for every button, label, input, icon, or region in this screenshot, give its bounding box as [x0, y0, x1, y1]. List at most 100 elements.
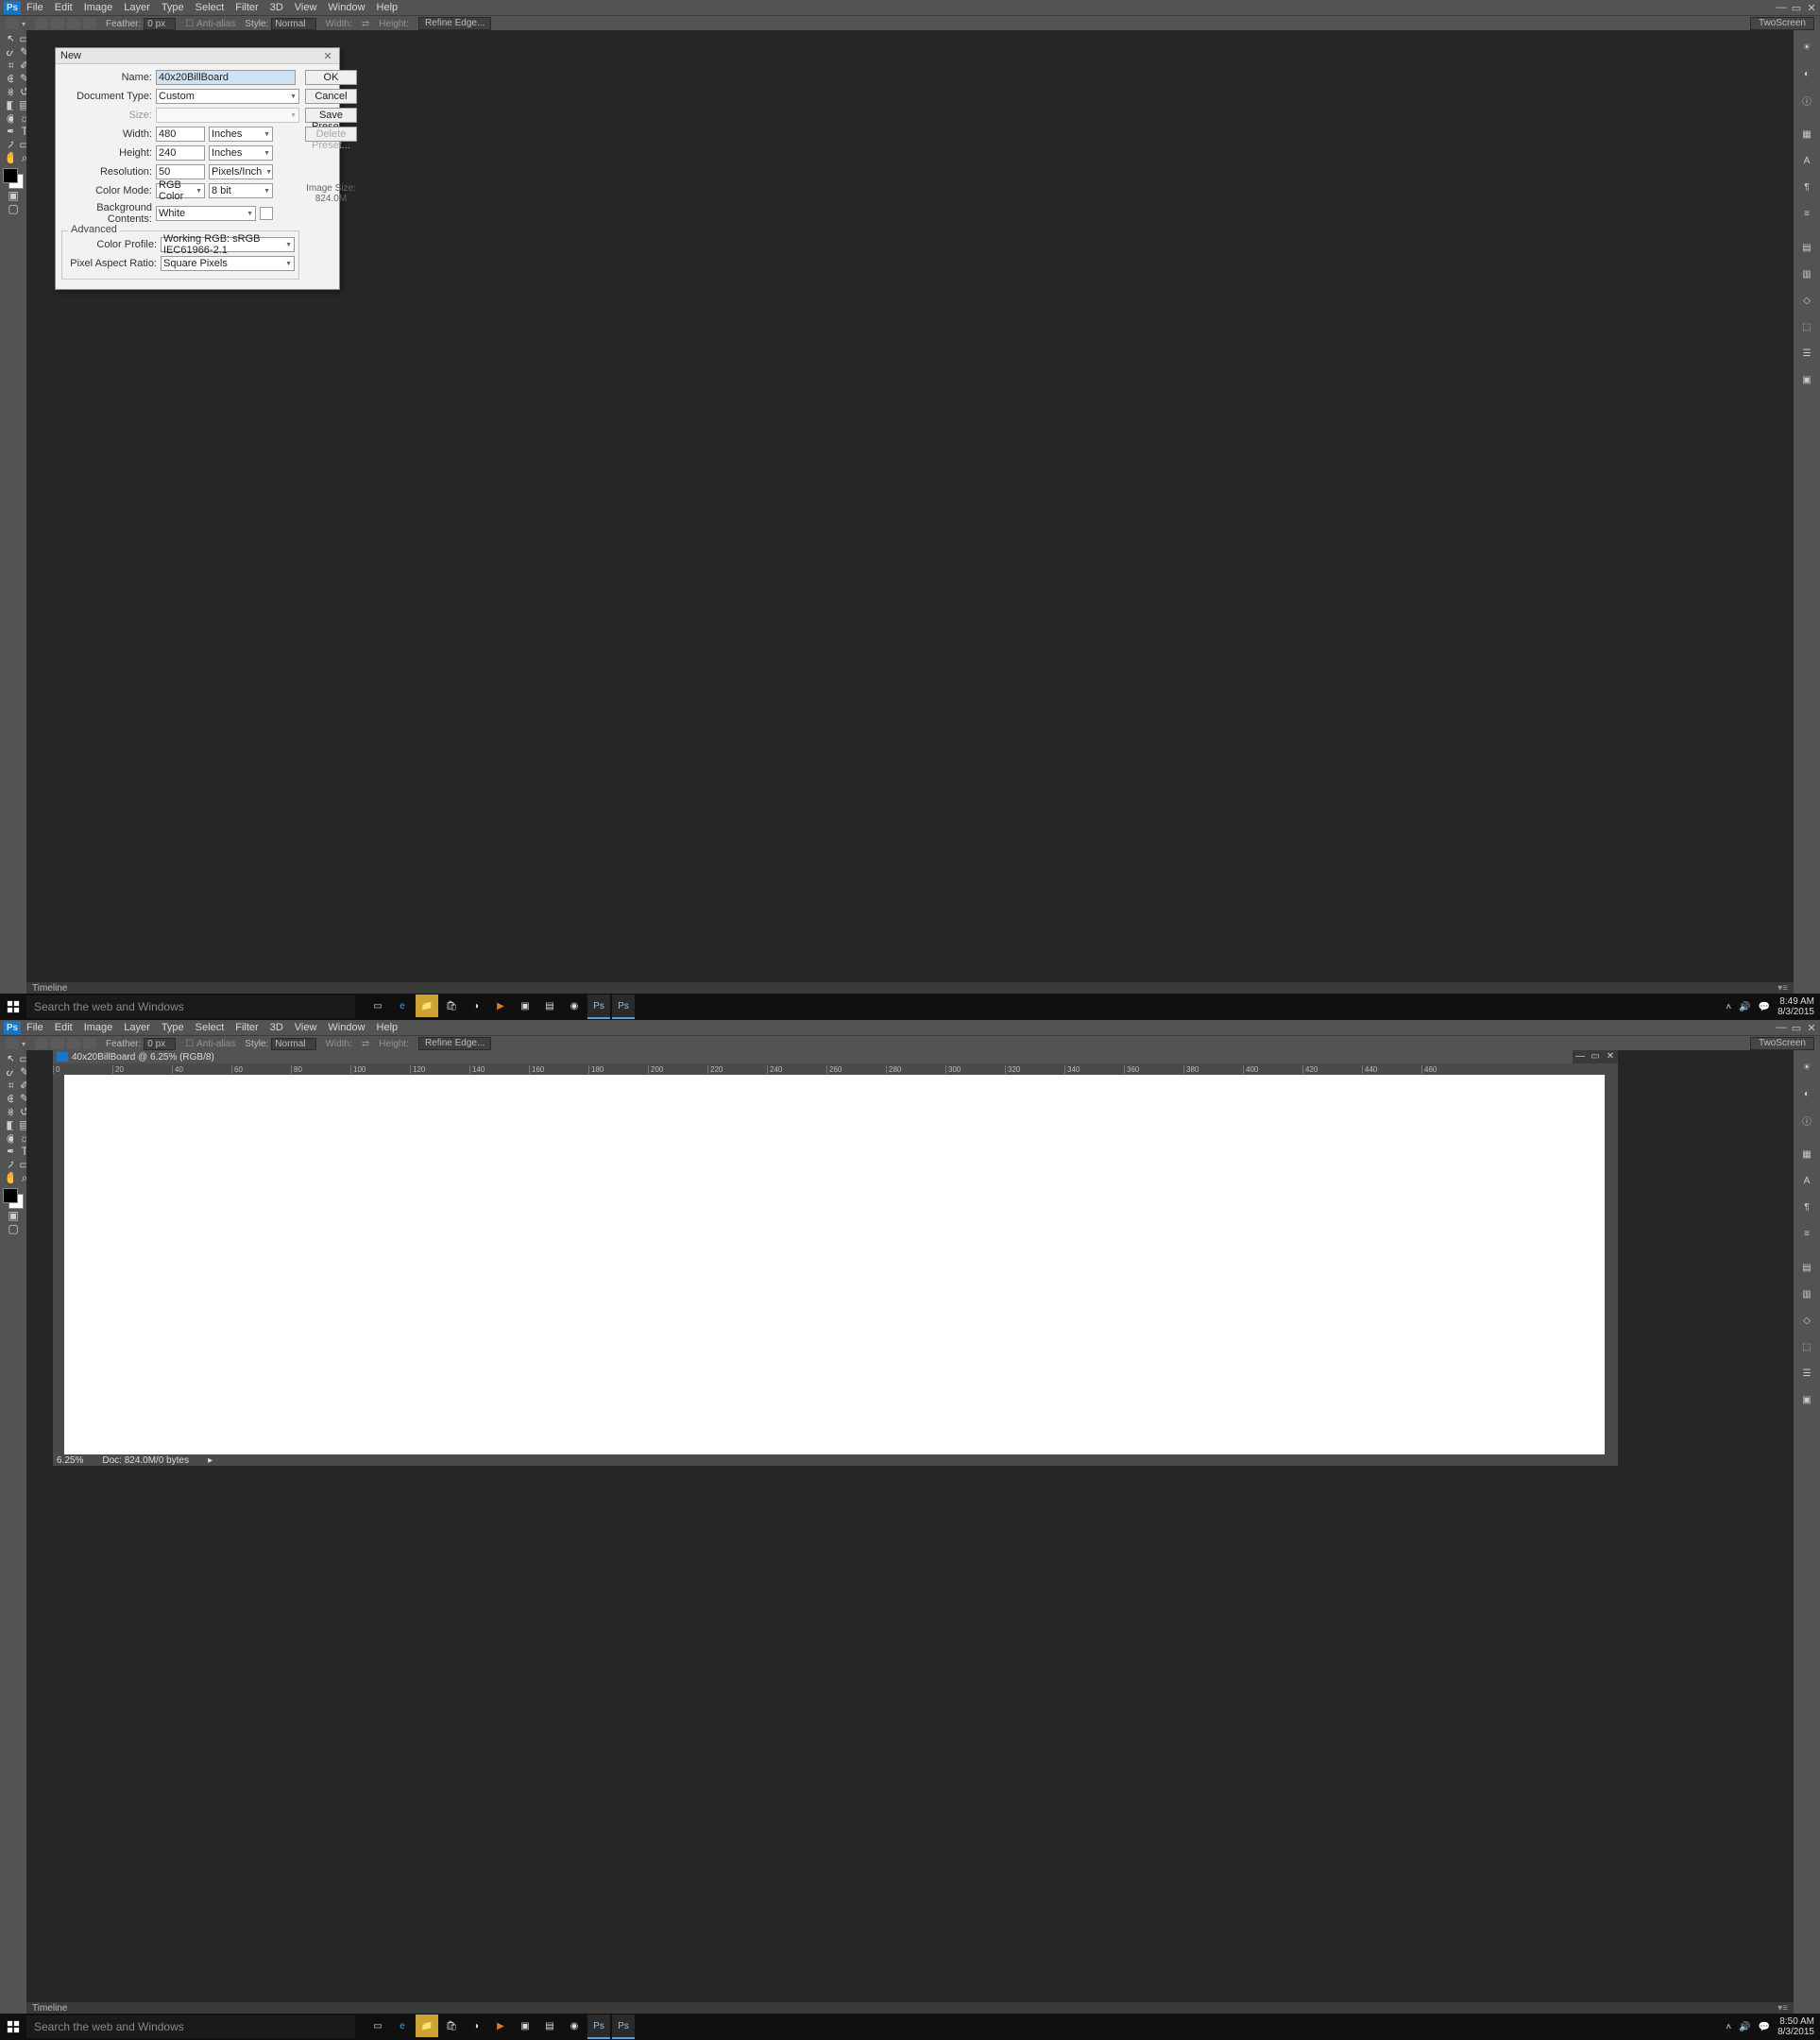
document-title-bar[interactable]: 40x20BillBoard @ 6.25% (RGB/8) — ▭ ✕ [53, 1050, 1618, 1063]
system-clock[interactable]: 8:50 AM8/3/2015 [1777, 2016, 1814, 2038]
start-button[interactable] [0, 2014, 26, 2040]
task-edge-icon[interactable]: e [391, 2014, 414, 2037]
workspace-switcher[interactable]: TwoScreen [1750, 1037, 1814, 1050]
timeline-flyout-icon[interactable]: ▾≡ [1777, 2003, 1788, 2014]
resolution-input[interactable] [156, 164, 205, 179]
task-view-icon[interactable]: ▭ [366, 994, 389, 1017]
task-store-icon[interactable]: 🛍 [440, 2014, 463, 2037]
selection-intersect-icon[interactable] [83, 1038, 96, 1049]
task-media-icon[interactable]: ▶ [489, 2014, 512, 2037]
name-input[interactable] [156, 70, 296, 85]
doc-info-flyout-icon[interactable]: ▸ [208, 1455, 213, 1466]
start-button[interactable] [0, 994, 26, 1020]
doc-close-icon[interactable]: ✕ [1603, 1050, 1618, 1063]
task-store-icon[interactable]: 🛍 [440, 994, 463, 1017]
panel-type-icon[interactable]: A [1794, 1167, 1820, 1194]
menu-image[interactable]: Image [84, 1022, 113, 1033]
tool-screenmode[interactable]: ▢ [2, 1222, 25, 1235]
document-canvas[interactable] [64, 1075, 1605, 1454]
menu-type[interactable]: Type [162, 1022, 184, 1033]
panel-history-icon[interactable]: ☀ [1794, 1054, 1820, 1080]
par-select[interactable]: Square Pixels [161, 256, 295, 271]
task-calc-icon[interactable]: ▤ [538, 994, 561, 1017]
task-calc-icon[interactable]: ▤ [538, 2014, 561, 2037]
task-cmd-icon[interactable]: ▣ [514, 994, 536, 1017]
dialog-close-icon[interactable]: ✕ [321, 50, 334, 62]
menu-select[interactable]: Select [196, 1022, 225, 1033]
menu-filter[interactable]: Filter [235, 1022, 258, 1033]
panel-3d-icon[interactable]: ⬚ [1794, 1334, 1820, 1360]
menu-file[interactable]: File [26, 1022, 43, 1033]
task-app-icon[interactable]: ◑ [465, 2014, 487, 2037]
menu-edit[interactable]: Edit [55, 1022, 73, 1033]
task-app-icon[interactable]: ◑ [465, 994, 487, 1017]
save-preset-button[interactable]: Save Preset... [305, 108, 357, 123]
doctype-select[interactable]: Custom [156, 89, 299, 104]
task-cmd-icon[interactable]: ▣ [514, 2014, 536, 2037]
task-chrome-icon[interactable]: ◉ [563, 2014, 586, 2037]
panel-nav-icon[interactable]: ▣ [1794, 1386, 1820, 1413]
panel-swatches-icon[interactable]: ▦ [1794, 1141, 1820, 1167]
window-restore-icon[interactable]: ▭ [1790, 1022, 1803, 1033]
tray-up-icon[interactable]: ˄ [1726, 1002, 1731, 1012]
task-photoshop-icon[interactable]: Ps [587, 994, 610, 1019]
width-unit-select[interactable]: Inches [209, 127, 273, 142]
window-minimize-icon[interactable]: — [1775, 1022, 1788, 1033]
selection-subtract-icon[interactable] [67, 1038, 80, 1049]
selection-add-icon[interactable] [51, 1038, 64, 1049]
style-select[interactable]: Normal [271, 1038, 315, 1050]
panel-styles-icon[interactable]: ≡ [1794, 1220, 1820, 1247]
search-input[interactable]: Search the web and Windows [26, 995, 355, 1018]
search-input[interactable]: Search the web and Windows [26, 2015, 355, 2038]
panel-adjust-icon[interactable]: ◐ [1794, 1080, 1820, 1107]
marquee-tool-icon[interactable] [6, 1038, 19, 1049]
task-photoshop2-icon[interactable]: Ps [612, 2014, 635, 2039]
window-close-icon[interactable]: ✕ [1805, 1022, 1818, 1033]
tray-notifications-icon[interactable]: 💬 [1759, 1002, 1770, 1012]
menu-help[interactable]: Help [377, 1022, 399, 1033]
task-edge-icon[interactable]: e [391, 994, 414, 1017]
task-photoshop-icon[interactable]: Ps [587, 2014, 610, 2039]
panel-info-icon[interactable]: ⓘ [1794, 1107, 1820, 1133]
ok-button[interactable]: OK [305, 70, 357, 85]
task-view-icon[interactable]: ▭ [366, 2014, 389, 2037]
task-media-icon[interactable]: ▶ [489, 994, 512, 1017]
task-explorer-icon[interactable]: 📁 [416, 994, 438, 1017]
menu-window[interactable]: Window [328, 1022, 365, 1033]
vertical-scrollbar[interactable] [1605, 1075, 1618, 1454]
menu-3d[interactable]: 3D [270, 1022, 283, 1033]
panel-paragraph-icon[interactable]: ¶ [1794, 1194, 1820, 1220]
task-photoshop2-icon[interactable]: Ps [612, 994, 635, 1019]
bgcolor-swatch[interactable] [260, 207, 273, 220]
menu-view[interactable]: View [295, 1022, 317, 1033]
panel-timeline-icon[interactable]: ☰ [1794, 1360, 1820, 1386]
refine-edge-button[interactable]: Refine Edge... [418, 1037, 491, 1050]
bitdepth-select[interactable]: 8 bit [209, 183, 273, 198]
panel-paths-icon[interactable]: ◇ [1794, 1307, 1820, 1334]
profile-select[interactable]: Working RGB: sRGB IEC61966-2.1 [161, 237, 295, 252]
task-chrome-icon[interactable]: ◉ [563, 994, 586, 1017]
colormode-select[interactable]: RGB Color [156, 183, 205, 198]
doc-minimize-icon[interactable]: — [1573, 1050, 1588, 1063]
selection-new-icon[interactable] [35, 1038, 48, 1049]
panel-channels-icon[interactable]: ▥ [1794, 1281, 1820, 1307]
dialog-title-bar[interactable]: New ✕ [56, 48, 339, 64]
system-clock[interactable]: 8:49 AM8/3/2015 [1777, 996, 1814, 1018]
tray-notifications-icon[interactable]: 💬 [1759, 2022, 1770, 2032]
bgcontents-select[interactable]: White [156, 206, 256, 221]
timeline-panel[interactable]: Timeline ▾≡ [26, 2002, 1794, 2014]
height-input[interactable] [156, 145, 205, 161]
resolution-unit-select[interactable]: Pixels/Inch [209, 164, 273, 179]
panel-layers-icon[interactable]: ▤ [1794, 1254, 1820, 1281]
feather-value[interactable]: 0 px [144, 1038, 176, 1050]
tray-up-icon[interactable]: ˄ [1726, 2022, 1731, 2032]
height-unit-select[interactable]: Inches [209, 145, 273, 161]
cancel-button[interactable]: Cancel [305, 89, 357, 104]
doc-restore-icon[interactable]: ▭ [1588, 1050, 1603, 1063]
tool-quickmask[interactable]: ▣ [2, 1209, 25, 1222]
tray-volume-icon[interactable]: 🔊 [1739, 1002, 1750, 1012]
menu-layer[interactable]: Layer [124, 1022, 150, 1033]
task-explorer-icon[interactable]: 📁 [416, 2014, 438, 2037]
foreground-background-swatch[interactable] [3, 1188, 24, 1209]
tray-volume-icon[interactable]: 🔊 [1739, 2022, 1750, 2032]
